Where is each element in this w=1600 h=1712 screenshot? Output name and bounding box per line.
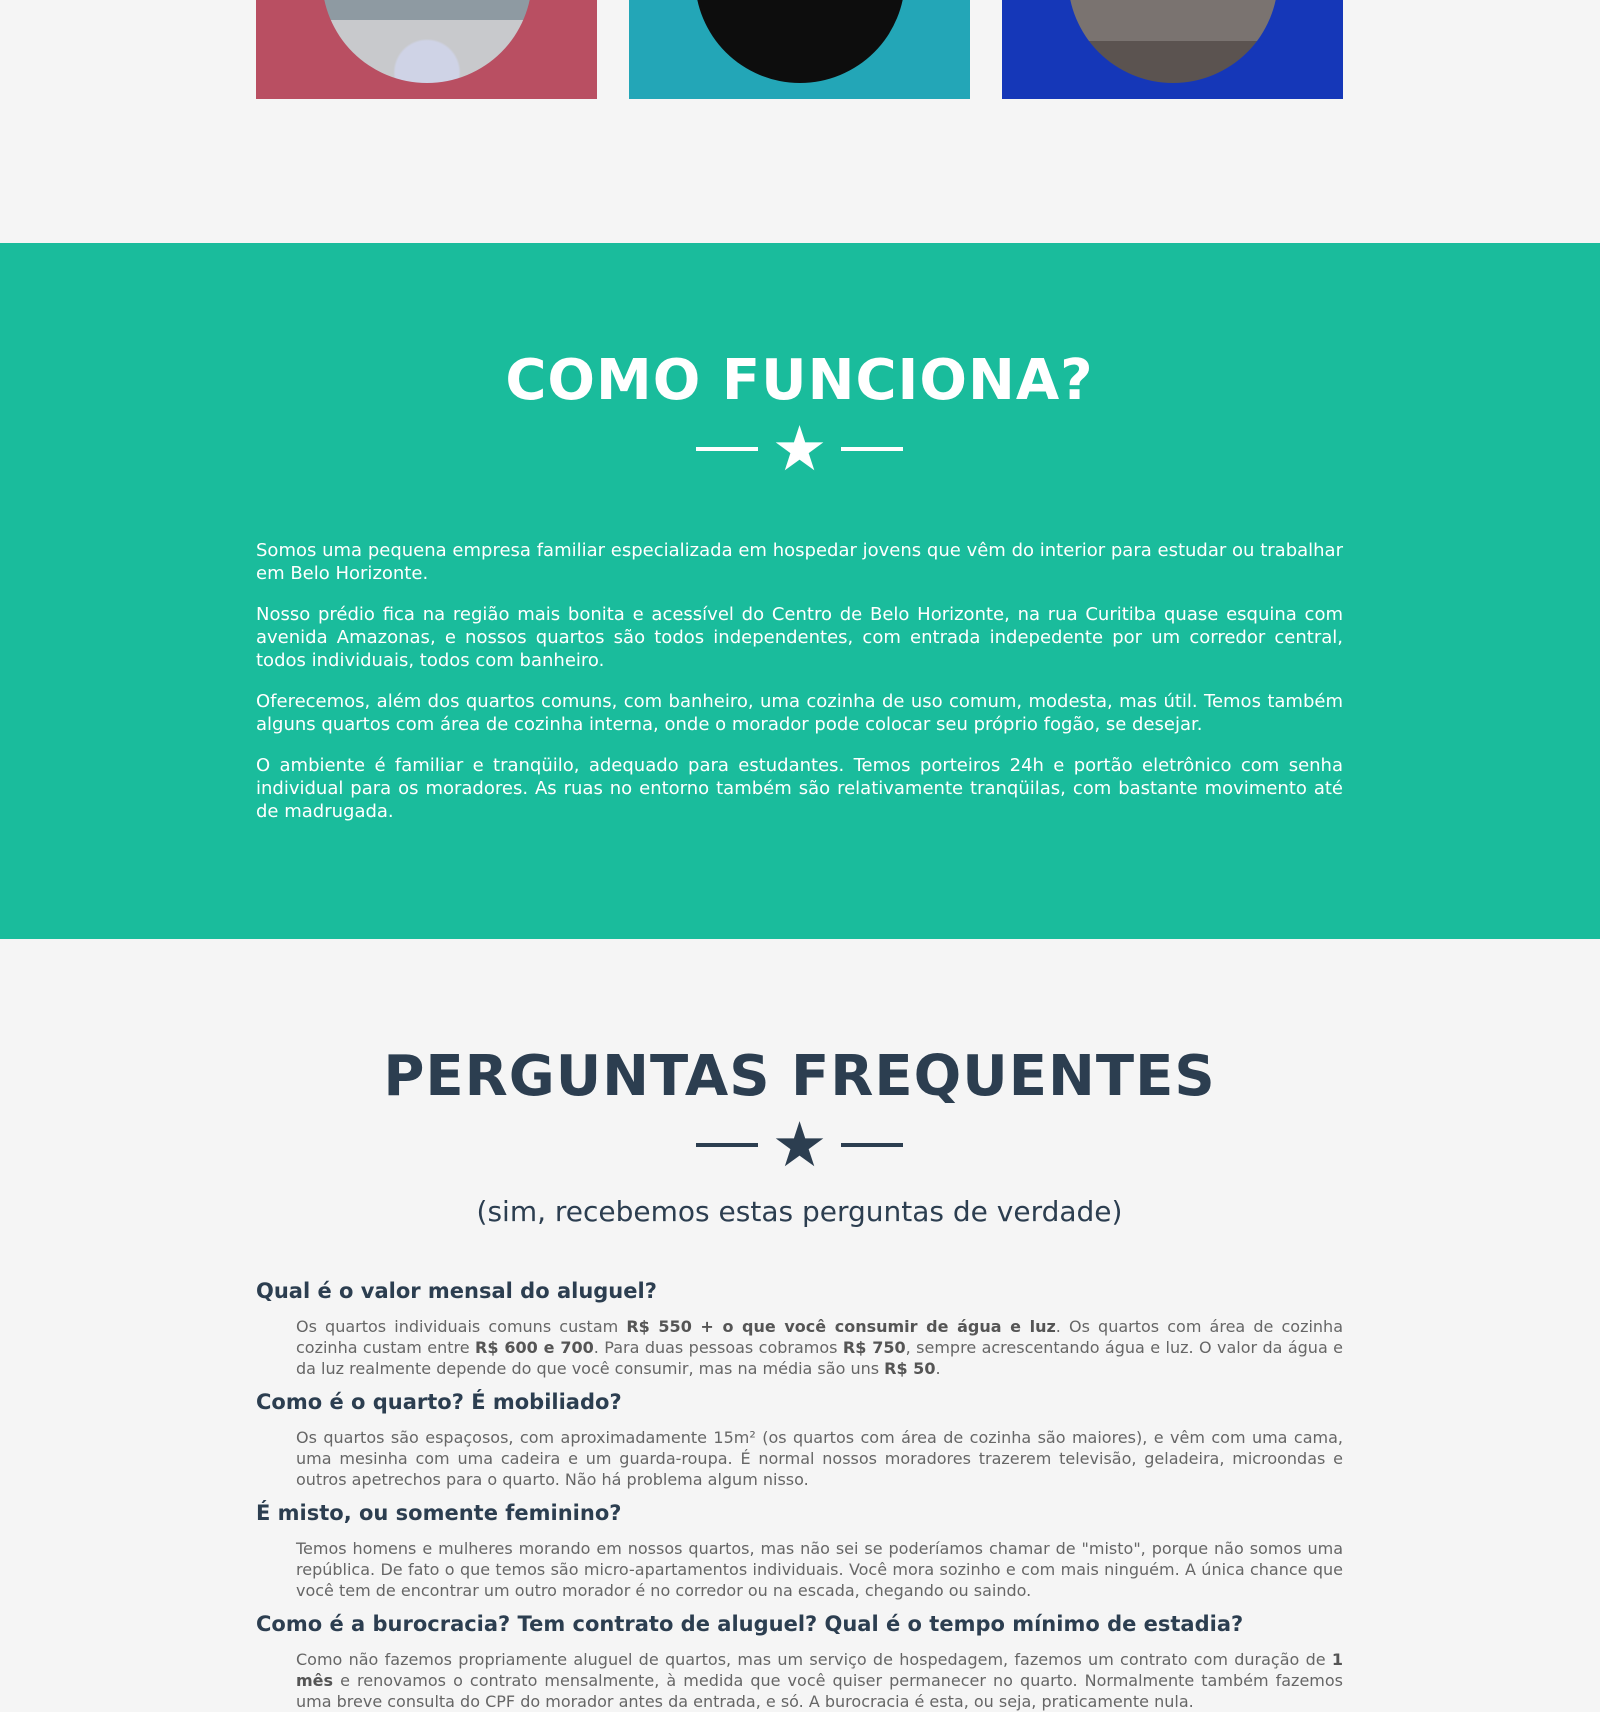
- star-divider: ★: [256, 1108, 1343, 1181]
- como-funciona-title: COMO FUNCIONA?: [505, 348, 1094, 413]
- como-paragraph-2: Nosso prédio fica na região mais bonita …: [256, 604, 1343, 671]
- faq-answer: Os quartos são espaçosos, com aproximada…: [296, 1427, 1343, 1490]
- portfolio-item-kitchen[interactable]: [1002, 0, 1343, 99]
- portfolio-grid: [256, 0, 1343, 99]
- faq-question: É misto, ou somente feminino?: [256, 1501, 622, 1525]
- como-funciona-text: Somos uma pequena empresa familiar espec…: [256, 539, 1343, 823]
- portfolio-section: [0, 0, 1600, 243]
- como-paragraph-1: Somos uma pequena empresa familiar espec…: [256, 540, 1343, 584]
- portfolio-item-room[interactable]: [256, 0, 597, 99]
- faq-list: Qual é o valor mensal do aluguel? Os quar…: [256, 1278, 1343, 1712]
- room-photo: [322, 0, 532, 83]
- faq-answer-text: Temos homens e mulheres morando em nosso…: [296, 1539, 1343, 1600]
- faq-subtitle: (sim, recebemos estas perguntas de verda…: [476, 1195, 1123, 1228]
- kitchen-photo: [1068, 0, 1278, 83]
- faq-section: PERGUNTAS FREQUENTES ★ (sim, recebemos e…: [0, 939, 1600, 1712]
- portfolio-item-stairs[interactable]: [629, 0, 970, 99]
- faq-answer-text: Os quartos são espaçosos, com aproximada…: [296, 1428, 1343, 1489]
- faq-answer-highlight: R$ 550 + o que você consumir de água e l…: [626, 1317, 1056, 1336]
- faq-answer: Os quartos individuais comuns custam R$ …: [296, 1316, 1343, 1379]
- faq-question: Como é a burocracia? Tem contrato de alu…: [256, 1612, 1244, 1636]
- como-funciona-section: COMO FUNCIONA? ★ Somos uma pequena empre…: [0, 243, 1600, 939]
- faq-question: Como é o quarto? É mobiliado?: [256, 1390, 622, 1414]
- divider-line-left: [695, 1143, 758, 1147]
- faq-answer-text: . Para duas pessoas cobramos: [593, 1338, 843, 1357]
- star-divider: ★: [256, 412, 1343, 485]
- faq-question: Qual é o valor mensal do aluguel?: [256, 1279, 657, 1303]
- faq-answer-text: Como não fazemos propriamente aluguel de…: [296, 1650, 1332, 1669]
- faq-title: PERGUNTAS FREQUENTES: [383, 1044, 1216, 1109]
- faq-answer: Como não fazemos propriamente aluguel de…: [296, 1649, 1343, 1712]
- faq-answer-text: e renovamos o contrato mensalmente, à me…: [296, 1671, 1343, 1711]
- star-icon: ★: [771, 1108, 828, 1181]
- star-icon: ★: [771, 412, 828, 485]
- divider-line-right: [841, 1143, 904, 1147]
- divider-line-left: [695, 447, 758, 451]
- faq-answer-text: .: [935, 1359, 941, 1378]
- faq-answer-highlight: R$ 600 e 700: [475, 1338, 594, 1357]
- faq-answer-highlight: R$ 50: [884, 1359, 936, 1378]
- faq-answer: Temos homens e mulheres morando em nosso…: [296, 1538, 1343, 1601]
- stairs-photo: [695, 0, 905, 83]
- divider-line-right: [841, 447, 904, 451]
- como-paragraph-3: Oferecemos, além dos quartos comuns, com…: [256, 691, 1343, 735]
- faq-answer-text: Os quartos individuais comuns custam: [296, 1317, 627, 1336]
- como-paragraph-4: O ambiente é familiar e tranqüilo, adequ…: [256, 755, 1343, 822]
- faq-answer-highlight: R$ 750: [842, 1338, 906, 1357]
